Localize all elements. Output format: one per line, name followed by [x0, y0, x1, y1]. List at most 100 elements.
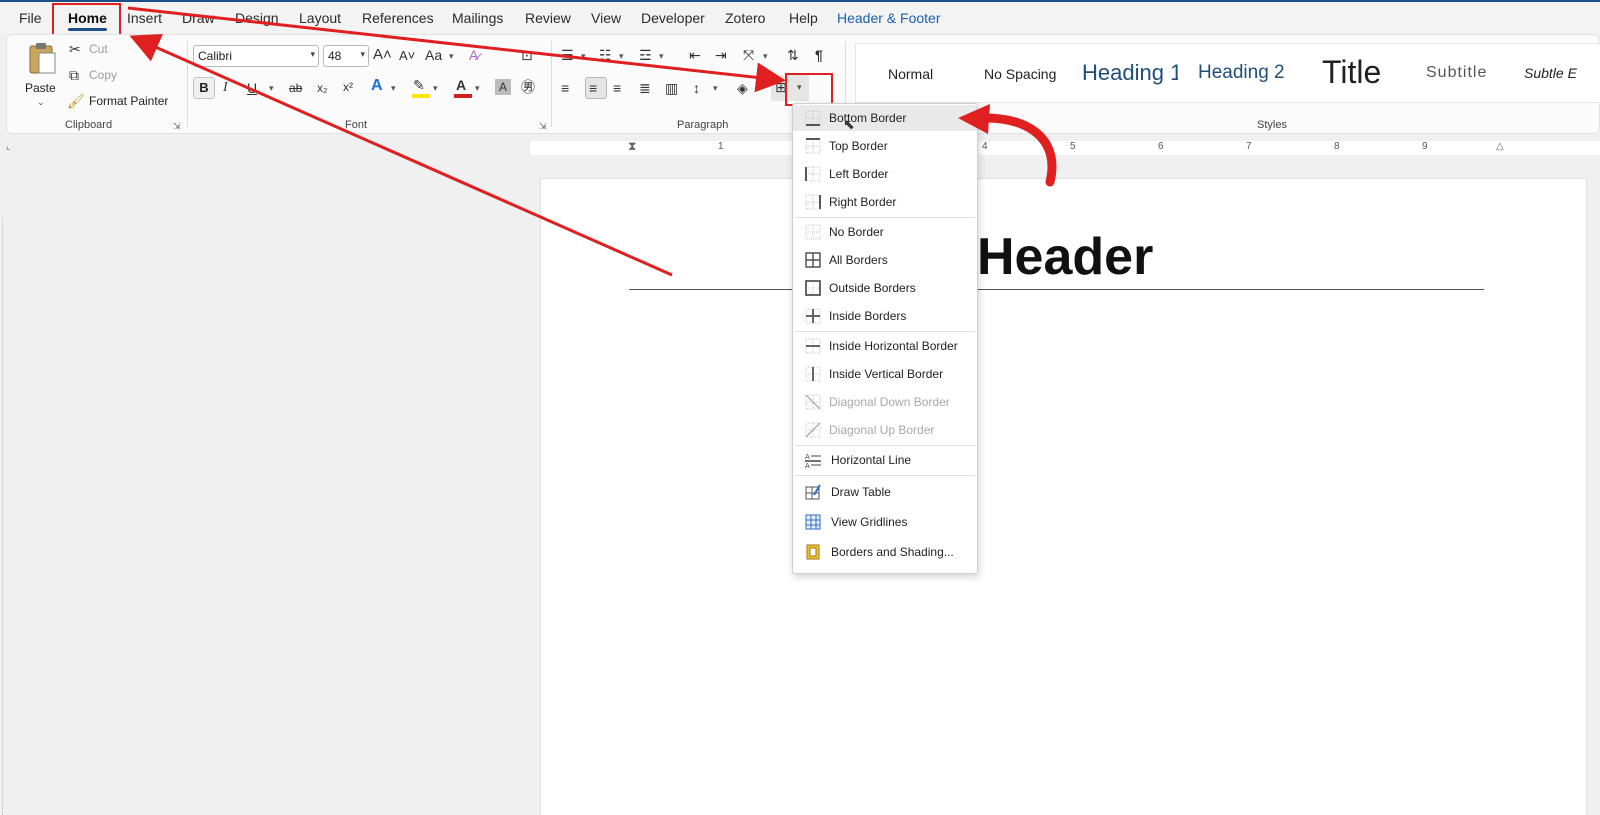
ruler-number: 6: [1158, 141, 1164, 152]
highlight-color-button[interactable]: ✎: [411, 77, 431, 99]
menu-item-inside-borders[interactable]: Inside Borders: [793, 303, 977, 329]
decrease-indent-icon[interactable]: ⇤: [689, 47, 701, 63]
copy-button[interactable]: Copy: [89, 68, 117, 82]
bullets-chevron-down-icon[interactable]: ▾: [581, 51, 586, 62]
ribbon-tab-bar: File Home Insert Draw Design Layout Refe…: [0, 0, 1600, 34]
asian-layout-chevron-down-icon[interactable]: ▾: [763, 51, 768, 62]
sort-icon[interactable]: ⇅: [787, 47, 799, 63]
tab-help[interactable]: Help: [789, 10, 818, 26]
shading-icon[interactable]: ◈: [737, 80, 748, 96]
underline-button[interactable]: U: [247, 80, 257, 96]
menu-item-right-border[interactable]: Right Border: [793, 189, 977, 215]
style-no-spacing[interactable]: No Spacing: [984, 66, 1056, 82]
align-right-icon[interactable]: ≡: [613, 80, 621, 96]
highlight-chevron-down-icon[interactable]: ▾: [433, 83, 438, 94]
style-title[interactable]: Title: [1322, 54, 1381, 91]
tab-design[interactable]: Design: [235, 10, 279, 26]
menu-item-draw-table[interactable]: Draw Table: [793, 479, 977, 505]
underline-chevron-down-icon[interactable]: ▾: [269, 83, 274, 94]
bullets-icon[interactable]: ☰: [561, 47, 574, 63]
style-heading-1[interactable]: Heading 1: [1082, 60, 1178, 86]
subscript-button[interactable]: x₂: [317, 80, 328, 96]
text-effects-icon[interactable]: A: [371, 78, 383, 94]
tab-draw[interactable]: Draw: [182, 10, 215, 26]
bold-button[interactable]: B: [193, 77, 215, 99]
align-center-button[interactable]: ≡: [585, 77, 607, 99]
menu-item-label: View Gridlines: [831, 515, 908, 529]
style-heading-2[interactable]: Heading 2: [1198, 62, 1285, 84]
no-border-icon: [805, 224, 821, 240]
menu-item-left-border[interactable]: Left Border: [793, 161, 977, 187]
change-case-button[interactable]: Aa: [425, 47, 442, 63]
grow-font-icon[interactable]: A˄: [373, 47, 392, 63]
tab-review[interactable]: Review: [525, 10, 571, 26]
line-spacing-icon[interactable]: ↕: [693, 80, 700, 96]
align-left-icon[interactable]: ≡: [561, 80, 569, 96]
paste-button[interactable]: Paste ⌄: [21, 41, 63, 111]
increase-indent-icon[interactable]: ⇥: [715, 47, 727, 63]
tab-zotero[interactable]: Zotero: [725, 10, 765, 26]
menu-item-all-borders[interactable]: All Borders: [793, 247, 977, 273]
character-shading-icon[interactable]: A: [495, 79, 511, 95]
vertical-ruler[interactable]: [2, 218, 12, 815]
chevron-down-icon: ▾: [360, 49, 365, 59]
clear-formatting-icon[interactable]: A̷: [469, 47, 478, 63]
horizontal-ruler[interactable]: 1 2 3 4 5 6 7 8 9 ⧗ △: [530, 139, 1600, 155]
menu-item-inside-horizontal-border[interactable]: Inside Horizontal Border: [793, 333, 977, 359]
cut-button[interactable]: Cut: [89, 42, 108, 56]
format-painter-button[interactable]: Format Painter: [89, 94, 168, 108]
tab-insert[interactable]: Insert: [127, 10, 162, 26]
menu-item-outside-borders[interactable]: Outside Borders: [793, 275, 977, 301]
multilevel-chevron-down-icon[interactable]: ▾: [659, 51, 664, 62]
right-indent-marker-icon[interactable]: △: [1496, 141, 1504, 152]
document-page[interactable]: Header: [540, 178, 1587, 815]
style-subtitle[interactable]: Subtitle: [1426, 64, 1487, 82]
line-spacing-chevron-down-icon[interactable]: ▾: [713, 83, 718, 94]
change-case-chevron-down-icon[interactable]: ▾: [449, 51, 454, 62]
styles-group-label: Styles: [1257, 119, 1287, 131]
menu-item-horizontal-line[interactable]: A A Horizontal Line: [793, 447, 977, 473]
header-text[interactable]: Header: [977, 227, 1153, 287]
distributed-icon[interactable]: ▥: [665, 80, 678, 96]
font-size-combo[interactable]: 48 ▾: [323, 45, 369, 67]
character-border-icon[interactable]: ⊡: [521, 47, 533, 63]
numbering-chevron-down-icon[interactable]: ▾: [619, 51, 624, 62]
font-color-chevron-down-icon[interactable]: ▾: [475, 83, 480, 94]
multilevel-list-icon[interactable]: ☲: [639, 47, 652, 63]
shrink-font-icon[interactable]: A˅: [399, 48, 415, 64]
shading-chevron-down-icon[interactable]: ▾: [757, 83, 762, 94]
style-normal[interactable]: Normal: [888, 66, 933, 82]
tab-layout[interactable]: Layout: [299, 10, 341, 26]
italic-button[interactable]: I: [223, 80, 228, 96]
tab-mailings[interactable]: Mailings: [452, 10, 503, 26]
menu-item-bottom-border[interactable]: Bottom Border: [793, 105, 977, 131]
numbering-icon[interactable]: ☷: [599, 47, 612, 63]
font-name-combo[interactable]: Calibri ▾: [193, 45, 319, 67]
tab-view[interactable]: View: [591, 10, 621, 26]
asian-layout-icon[interactable]: ⤧: [743, 47, 754, 63]
menu-item-borders-and-shading[interactable]: Borders and Shading...: [793, 539, 977, 565]
menu-item-no-border[interactable]: No Border: [793, 219, 977, 245]
justify-icon[interactable]: ≣: [639, 80, 651, 96]
tab-developer[interactable]: Developer: [641, 10, 705, 26]
menu-item-view-gridlines[interactable]: View Gridlines: [793, 509, 977, 535]
clipboard-launcher-icon[interactable]: ⇲: [173, 121, 181, 132]
paste-chevron-down-icon[interactable]: ⌄: [37, 97, 45, 108]
menu-item-top-border[interactable]: Top Border: [793, 133, 977, 159]
show-formatting-marks-icon[interactable]: ¶: [815, 47, 823, 63]
menu-item-label: All Borders: [829, 253, 888, 267]
indent-marker-icon[interactable]: ⧗: [628, 139, 636, 154]
paste-icon: [29, 43, 56, 74]
tab-selector-icon[interactable]: ⌞: [6, 141, 10, 152]
text-effects-chevron-down-icon[interactable]: ▾: [391, 83, 396, 94]
menu-item-inside-vertical-border[interactable]: Inside Vertical Border: [793, 361, 977, 387]
superscript-button[interactable]: x²: [343, 79, 353, 95]
style-subtle-emphasis[interactable]: Subtle E: [1524, 65, 1577, 81]
tab-references[interactable]: References: [362, 10, 434, 26]
enclose-characters-icon[interactable]: ㊚: [521, 79, 535, 95]
strikethrough-button[interactable]: ab: [289, 80, 302, 96]
font-launcher-icon[interactable]: ⇲: [539, 121, 547, 132]
tab-header-footer[interactable]: Header & Footer: [837, 10, 941, 26]
tab-file[interactable]: File: [19, 10, 42, 26]
font-color-button[interactable]: A: [453, 77, 473, 99]
